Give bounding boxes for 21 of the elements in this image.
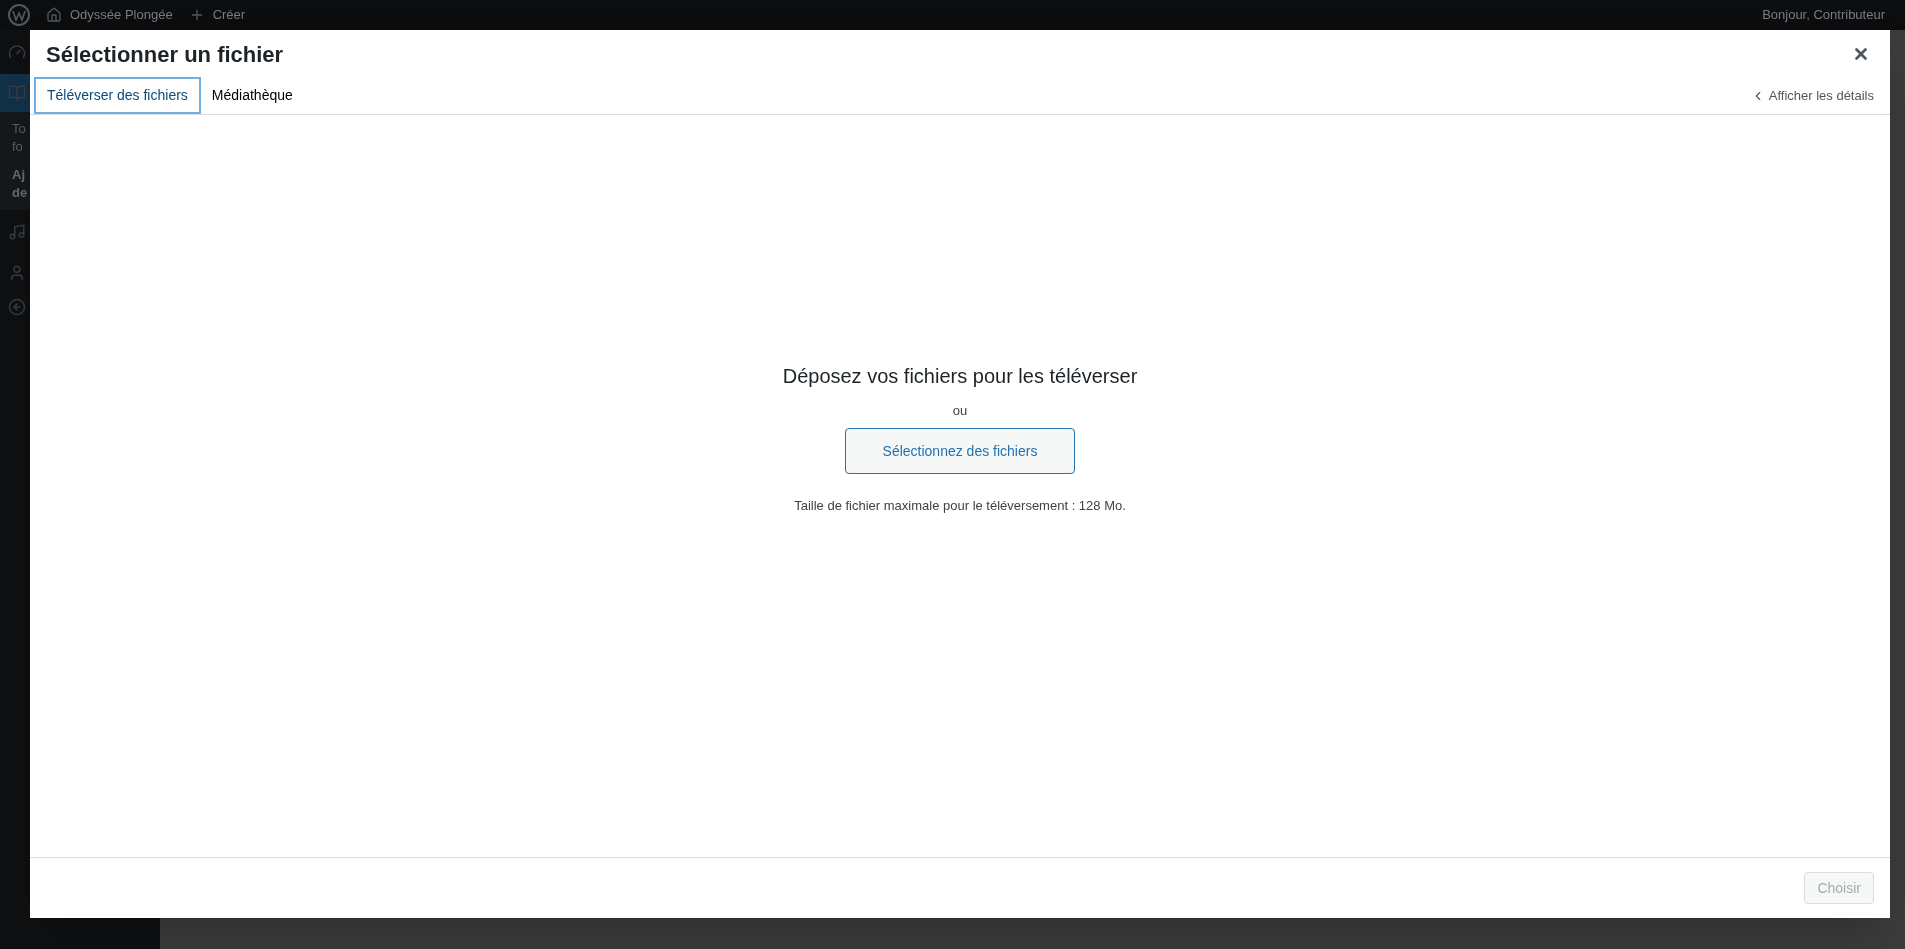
music-icon[interactable] (8, 223, 26, 241)
close-icon (1852, 45, 1870, 63)
details-toggle[interactable]: Afficher les détails (1750, 77, 1874, 114)
modal-title: Sélectionner un fichier (46, 40, 284, 69)
or-text: ou (952, 401, 968, 420)
logo-icon[interactable] (8, 4, 30, 26)
submenu-item[interactable]: Aj de (12, 166, 30, 202)
user-icon[interactable] (8, 264, 26, 282)
collapse-icon[interactable] (8, 298, 26, 316)
gauge-icon[interactable] (8, 43, 26, 61)
new-link[interactable]: Créer (212, 5, 246, 25)
max-size-text: Taille de fichier maximale pour le téléversement : 128 Mo. (794, 497, 1126, 515)
book-icon (8, 84, 26, 102)
drop-heading: Déposez vos fichiers pour les téléverser (782, 363, 1138, 389)
tab[interactable]: Médiathèque (200, 77, 304, 114)
greeting-text[interactable]: Bonjour, Contributeur (1762, 5, 1885, 25)
site-link[interactable]: Odyssée Plongée (70, 5, 173, 25)
select-files-button[interactable]: Sélectionnez des fichiers (845, 428, 1075, 474)
submenu-item[interactable]: To fo (12, 120, 30, 156)
tab[interactable]: Téléverser des fichiers (34, 77, 201, 114)
home-icon (46, 7, 62, 23)
